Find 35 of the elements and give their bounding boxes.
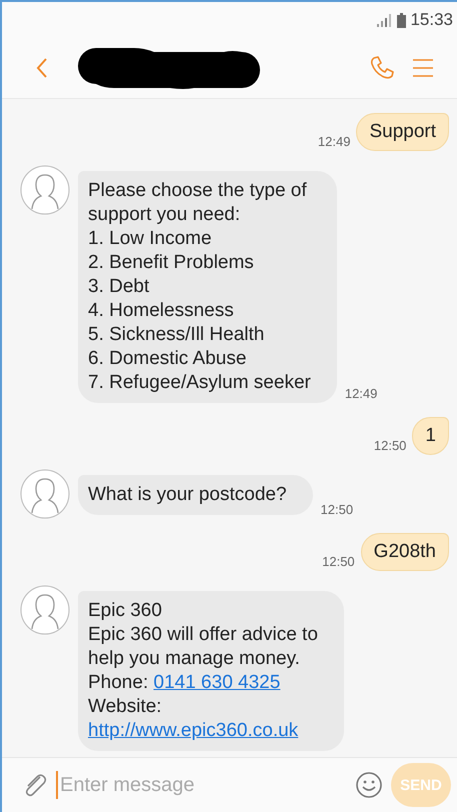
avatar-icon bbox=[20, 165, 70, 215]
message-text: 1. Low Income bbox=[88, 227, 213, 251]
signal-icon bbox=[377, 14, 394, 26]
message-text: 4. Homelessness bbox=[88, 299, 235, 323]
message-text: Phone: bbox=[88, 672, 148, 693]
message-text: G208th bbox=[374, 540, 436, 564]
message-text: 1 bbox=[425, 424, 436, 448]
message-text: help you manage money. bbox=[88, 647, 301, 671]
message-text: Support bbox=[369, 120, 436, 144]
emoji-icon[interactable] bbox=[355, 771, 383, 799]
avatar-icon bbox=[20, 585, 70, 635]
message-text: support you need: bbox=[88, 203, 242, 227]
message-time: 12:49 bbox=[344, 386, 378, 403]
phone-icon[interactable] bbox=[369, 55, 395, 81]
message-time: 12:50 bbox=[322, 554, 355, 571]
phone-link[interactable]: 0141 630 4325 bbox=[154, 672, 280, 693]
message-text: Epic 360 will offer advice to bbox=[88, 623, 318, 647]
message-text: 7. Refugee/Asylum seeker bbox=[88, 371, 311, 395]
message-text: 3. Debt bbox=[88, 275, 150, 299]
battery-icon bbox=[397, 12, 406, 28]
message-text: Website: bbox=[88, 695, 163, 719]
message-text: Please choose the type of bbox=[88, 179, 308, 203]
message-time: 12:50 bbox=[320, 502, 354, 519]
message-text: Epic 360 bbox=[88, 599, 163, 623]
menu-icon[interactable] bbox=[413, 58, 433, 78]
status-time: 15:33 bbox=[410, 10, 453, 30]
message-text: 6. Domestic Abuse bbox=[88, 347, 248, 371]
message-text: 2. Benefit Problems bbox=[88, 251, 255, 275]
avatar-icon bbox=[20, 469, 70, 519]
message-time: 12:50 bbox=[374, 438, 406, 455]
website-link[interactable]: http://www.epic360.co.uk bbox=[88, 720, 298, 741]
message-text: 5. Sickness/Ill Health bbox=[88, 323, 266, 347]
message-time: 12:49 bbox=[318, 134, 350, 151]
message-text: What is your postcode? bbox=[88, 483, 287, 507]
back-icon[interactable] bbox=[36, 58, 48, 78]
